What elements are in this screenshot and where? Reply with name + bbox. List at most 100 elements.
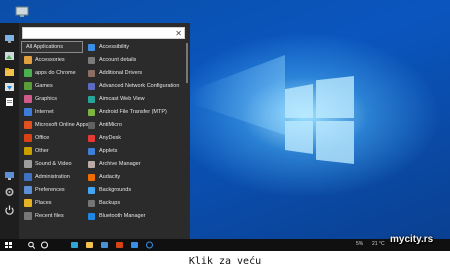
power-icon[interactable] [4,205,15,215]
app-anydesk[interactable]: AnyDesk [88,132,188,144]
app-label: Backups [99,200,121,206]
audacity-icon [88,173,95,181]
category-other[interactable]: Other [21,145,83,157]
onedrive-icon[interactable] [130,241,139,249]
administration-icon [24,173,32,181]
category-places[interactable]: Places [21,197,83,209]
category-label: Other [35,148,49,154]
app-label: Audacity [99,174,121,180]
weather-temperature[interactable]: 21 °C [372,241,385,247]
start-windows-icon[interactable] [4,241,13,249]
file-explorer-icon[interactable] [85,241,94,249]
app-label: Archive Manager [99,161,141,167]
app-label: Android File Transfer (MTP) [99,109,167,115]
category-apps-do-chrome[interactable]: apps do Chrome [21,67,83,79]
app-label: Advanced Network Configuration [99,83,180,89]
app-archive-manager[interactable]: Archive Manager [88,158,188,170]
internet-icon [24,108,32,116]
app-label: Applets [99,148,118,154]
category-label: All Applications [26,44,63,50]
anydesk-icon [88,134,95,142]
battery-percent[interactable]: 5% [356,241,363,247]
scrollbar[interactable] [186,43,188,83]
backgrounds-icon [88,186,95,194]
category-label: Microsoft Online Apps [35,122,89,128]
category-label: apps do Chrome [35,70,76,76]
category-label: Administration [35,174,70,180]
app-accessibility[interactable]: Accessibility [88,41,188,53]
app-android-file-transfer-mtp[interactable]: Android File Transfer (MTP) [88,106,188,118]
category-label: Internet [35,109,54,115]
search-input[interactable]: ✕ [22,27,185,39]
logo-light-beam [190,55,285,135]
taskbar: 5% 21 °C [0,239,450,251]
app-antimicro[interactable]: AntiMicro [88,119,188,131]
app-label: Aimcast Web View [99,96,145,102]
cortana-icon[interactable] [145,241,154,249]
graphics-icon [24,95,32,103]
category-office[interactable]: Office [21,132,83,144]
bluetooth-icon [88,212,95,220]
category-administration[interactable]: Administration [21,171,83,183]
logo-pane-bottom-left [285,121,313,154]
category-label: Accessories [35,57,65,63]
category-label: Preferences [35,187,65,193]
watermark: mycity.rs [390,234,434,245]
category-label: Graphics [35,96,58,102]
category-label: Recent files [35,213,64,219]
places-icon [24,199,32,207]
category-sound-video[interactable]: Sound & Video [21,158,83,170]
app-account-details[interactable]: Account details [88,54,188,66]
app-label: Account details [99,57,137,63]
games-icon [24,82,32,90]
app-label: Bluetooth Manager [99,213,146,219]
app-bluetooth-manager[interactable]: Bluetooth Manager [88,210,188,222]
app-label: AnyDesk [99,135,122,141]
enlarge-caption[interactable]: Klik za veću [0,251,450,269]
document-icon[interactable] [4,97,15,107]
category-recent-files[interactable]: Recent files [21,210,83,222]
edge-icon[interactable] [70,241,79,249]
drivers-icon [88,69,95,77]
desktop-computer-icon[interactable] [15,6,29,18]
app-aimcast-web-view[interactable]: Aimcast Web View [88,93,188,105]
logo-pane-top-left [285,84,313,118]
app-backups[interactable]: Backups [88,197,188,209]
monitor-icon[interactable] [4,34,15,44]
folder-icon[interactable] [4,67,15,77]
category-preferences[interactable]: Preferences [21,184,83,196]
office-icon[interactable] [115,241,124,249]
app-applets[interactable]: Applets [88,145,188,157]
category-accessories[interactable]: Accessories [21,54,83,66]
app-audacity[interactable]: Audacity [88,171,188,183]
accessories-icon [24,56,32,64]
desktop: ✕ All Applications Accessories apps do Chr… [0,0,450,251]
category-label: Games [35,83,53,89]
android-icon [88,108,95,116]
search-icon[interactable] [27,241,36,249]
display-settings-icon[interactable] [4,171,15,181]
download-icon[interactable] [4,82,15,92]
store-icon[interactable] [100,241,109,249]
category-games[interactable]: Games [21,80,83,92]
category-all-applications[interactable]: All Applications [21,41,83,53]
task-view-icon[interactable] [40,241,49,249]
app-additional-drivers[interactable]: Additional Drivers [88,67,188,79]
app-advanced-network-configuration[interactable]: Advanced Network Configuration [88,80,188,92]
backups-icon [88,199,95,207]
preferences-icon [24,186,32,194]
app-backgrounds[interactable]: Backgrounds [88,184,188,196]
category-graphics[interactable]: Graphics [21,93,83,105]
app-label: Backgrounds [99,187,132,193]
recent-files-icon [24,212,32,220]
category-internet[interactable]: Internet [21,106,83,118]
clear-search-icon[interactable]: ✕ [175,29,182,39]
logo-pane-bottom-right [316,121,354,164]
category-microsoft-online-apps[interactable]: Microsoft Online Apps [21,119,89,131]
app-label: AntiMicro [99,122,122,128]
settings-icon[interactable] [4,187,15,197]
category-label: Sound & Video [35,161,72,167]
app-label: Accessibility [99,44,129,50]
image-icon[interactable] [4,51,15,61]
start-menu-rail [0,23,19,239]
